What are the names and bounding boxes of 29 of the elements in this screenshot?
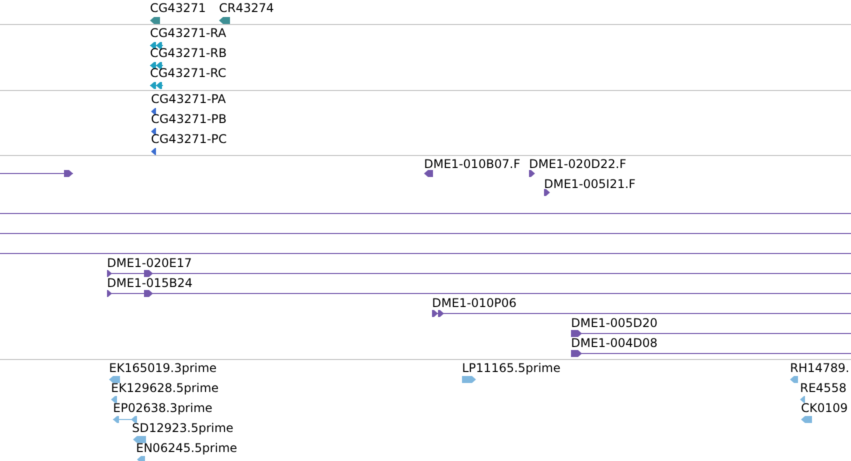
feature-label: EN06245.5prime — [136, 441, 238, 455]
feature-label: CG43271-PA — [151, 92, 226, 106]
feature-label: CK0109 — [801, 401, 848, 415]
feature-label: DME1-004D08 — [571, 336, 658, 350]
feature-label: RE4558 — [800, 381, 846, 395]
feature-label: DME1-020E17 — [107, 256, 192, 270]
feature-label: SD12923.5prime — [132, 421, 234, 435]
feature-label: DME1-010B07.F — [424, 157, 520, 171]
feature-label: DME1-005I21.F — [544, 177, 636, 191]
feature-label: DME1-020D22.F — [529, 157, 626, 171]
feature-label: EK165019.3prime — [109, 361, 217, 375]
feature-line[interactable] — [150, 42, 163, 49]
feature-label: DME1-010P06 — [432, 296, 517, 310]
feature-label: EP02638.3prime — [113, 401, 212, 415]
feature-label: LP11165.5prime — [462, 361, 561, 375]
feature-label: DME1-015B24 — [107, 276, 193, 290]
feature-arrow-icon[interactable] — [151, 108, 156, 115]
feature-label: CG43271-RA — [150, 26, 226, 40]
feature-label: CG43271-PB — [151, 112, 227, 126]
feature-line[interactable] — [150, 62, 163, 69]
feature-label: DME1-005D20 — [571, 316, 658, 330]
feature-label: CG43271-RC — [150, 66, 226, 80]
feature-label: CR43274 — [219, 1, 274, 15]
feature-label: CG43271-PC — [151, 132, 227, 146]
feature-label: RH14789. — [790, 361, 850, 375]
feature-label: CG43271-RB — [150, 46, 227, 60]
feature-label: EK129628.5prime — [111, 381, 219, 395]
feature-label: CG43271 — [150, 1, 206, 15]
feature-arrow-icon[interactable] — [151, 128, 156, 135]
